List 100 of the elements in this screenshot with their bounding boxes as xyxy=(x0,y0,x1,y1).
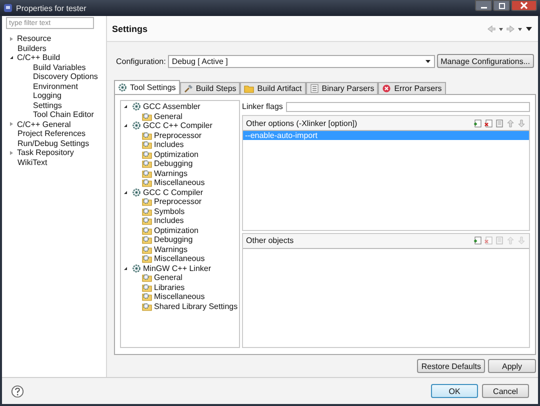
gear-icon xyxy=(118,83,127,92)
expand-arrow-icon[interactable] xyxy=(10,150,13,155)
cancel-button[interactable]: Cancel xyxy=(482,384,529,398)
sidebar-item[interactable]: Builders xyxy=(18,44,46,53)
tree-item[interactable]: GCC Assembler xyxy=(143,102,200,112)
sidebar-item[interactable]: Task Repository xyxy=(17,148,74,158)
folder-gear-icon xyxy=(142,206,152,216)
move-down-icon[interactable] xyxy=(517,118,526,128)
tree-item[interactable]: Debugging xyxy=(154,235,193,244)
sidebar-item[interactable]: Logging xyxy=(33,91,62,100)
gear-icon xyxy=(132,188,141,197)
folder-gear-icon xyxy=(142,226,152,235)
error-icon xyxy=(382,84,392,93)
window-icon xyxy=(3,3,13,13)
expand-arrow-icon[interactable] xyxy=(10,36,13,41)
move-up-icon[interactable] xyxy=(506,118,515,128)
tree-item[interactable]: General xyxy=(154,273,182,282)
list-title: Other objects xyxy=(246,236,294,245)
collapse-arrow-icon[interactable] xyxy=(124,105,127,108)
folder-gear-icon xyxy=(142,282,152,292)
configuration-dropdown[interactable]: Debug [ Active ] xyxy=(168,54,435,68)
folder-gear-icon xyxy=(142,140,152,150)
restore-defaults-button[interactable]: Restore Defaults xyxy=(417,359,485,373)
tree-item[interactable]: Optimization xyxy=(154,150,198,159)
sidebar-item[interactable]: Discovery Options xyxy=(33,72,98,82)
folder-gear-icon xyxy=(142,302,152,311)
expand-arrow-icon[interactable] xyxy=(10,122,13,126)
sidebar-item[interactable]: WikiText xyxy=(18,158,48,167)
tree-item[interactable]: Warnings xyxy=(154,168,188,178)
hammer-icon xyxy=(184,84,193,93)
manage-configurations-button[interactable]: Manage Configurations... xyxy=(436,54,534,68)
collapse-arrow-icon[interactable] xyxy=(124,266,127,270)
tree-item[interactable]: MinGW C++ Linker xyxy=(143,264,212,273)
maximize-button[interactable] xyxy=(493,0,510,11)
tree-item[interactable]: Preprocessor xyxy=(154,197,202,206)
delete-icon[interactable] xyxy=(484,118,493,128)
tree-item[interactable]: Shared Library Settings xyxy=(154,302,238,311)
ok-button[interactable]: OK xyxy=(431,384,478,398)
folder-gear-icon xyxy=(142,178,152,188)
folder-gear-icon xyxy=(142,254,152,264)
sidebar-item[interactable]: Resource xyxy=(17,34,52,44)
edit-icon[interactable] xyxy=(495,118,504,128)
folder-gear-icon xyxy=(142,273,152,282)
tab[interactable]: Error Parsers xyxy=(378,82,446,94)
linker-flags-field[interactable] xyxy=(286,102,530,112)
folder-gear-icon xyxy=(142,244,152,254)
delete-icon[interactable] xyxy=(484,236,493,245)
linker-flags-label: Linker flags xyxy=(242,102,283,111)
sidebar-item[interactable]: Environment xyxy=(33,82,78,91)
tree-item[interactable]: General xyxy=(154,112,182,121)
collapse-arrow-icon[interactable] xyxy=(10,56,13,60)
folder-gear-icon xyxy=(142,130,152,140)
tree-item[interactable]: Preprocessor xyxy=(154,130,202,140)
folder-gear-icon xyxy=(142,150,152,159)
tab[interactable]: Build Artifact xyxy=(240,82,306,94)
close-icon xyxy=(520,2,528,9)
view-menu-icon[interactable] xyxy=(525,24,533,32)
tree-item[interactable]: Miscellaneous xyxy=(154,178,205,188)
page-title: Settings xyxy=(112,24,148,34)
sidebar-item[interactable]: Build Variables xyxy=(33,62,86,72)
sidebar-item[interactable]: C/C++ Build xyxy=(17,53,60,62)
tree-item[interactable]: Symbols xyxy=(154,206,185,216)
folder-gear-icon xyxy=(142,159,152,168)
folder-gear-icon xyxy=(142,235,152,244)
folder-gear-icon xyxy=(142,112,152,121)
add-icon[interactable] xyxy=(473,118,482,128)
sidebar-item[interactable]: Settings xyxy=(33,100,62,110)
tree-item[interactable]: GCC C Compiler xyxy=(143,188,204,197)
help-icon[interactable] xyxy=(11,384,24,398)
configuration-label: Configuration: xyxy=(116,56,166,66)
tree-item[interactable]: Optimization xyxy=(154,226,198,235)
tree-item[interactable]: Miscellaneous xyxy=(154,292,205,302)
tab[interactable]: Tool Settings xyxy=(114,80,180,94)
folder-gear-icon xyxy=(142,292,152,302)
add-icon[interactable] xyxy=(473,236,482,245)
collapse-arrow-icon[interactable] xyxy=(124,124,127,128)
sidebar-item[interactable]: Project References xyxy=(18,129,86,138)
tab[interactable]: Binary Parsers xyxy=(306,82,378,94)
close-button[interactable] xyxy=(511,0,537,11)
maximize-icon xyxy=(498,2,506,8)
tree-item[interactable]: Libraries xyxy=(154,282,185,292)
tree-item[interactable]: GCC C++ Compiler xyxy=(143,121,212,130)
list-title: Other options (-Xlinker [option]) xyxy=(246,118,358,128)
sidebar-item[interactable]: C/C++ General xyxy=(17,120,71,129)
sidebar-item[interactable]: Tool Chain Editor xyxy=(33,110,94,120)
folder-gear-icon xyxy=(142,168,152,178)
tree-item[interactable]: Debugging xyxy=(154,159,193,168)
tree-item[interactable]: Warnings xyxy=(154,244,188,254)
tab[interactable]: Build Steps xyxy=(180,82,240,94)
apply-button[interactable]: Apply xyxy=(488,359,536,373)
gear-icon xyxy=(132,264,141,273)
tree-item[interactable]: Miscellaneous xyxy=(154,254,205,264)
window-title: Properties for tester xyxy=(16,4,86,12)
collapse-arrow-icon[interactable] xyxy=(124,190,127,194)
dropdown-arrow-icon xyxy=(424,58,431,64)
tree-item[interactable]: Includes xyxy=(154,216,184,226)
folder-gear-icon xyxy=(142,216,152,226)
minimize-button[interactable] xyxy=(475,0,492,11)
sidebar-item[interactable]: Run/Debug Settings xyxy=(18,138,90,148)
tree-item[interactable]: Includes xyxy=(154,140,184,150)
